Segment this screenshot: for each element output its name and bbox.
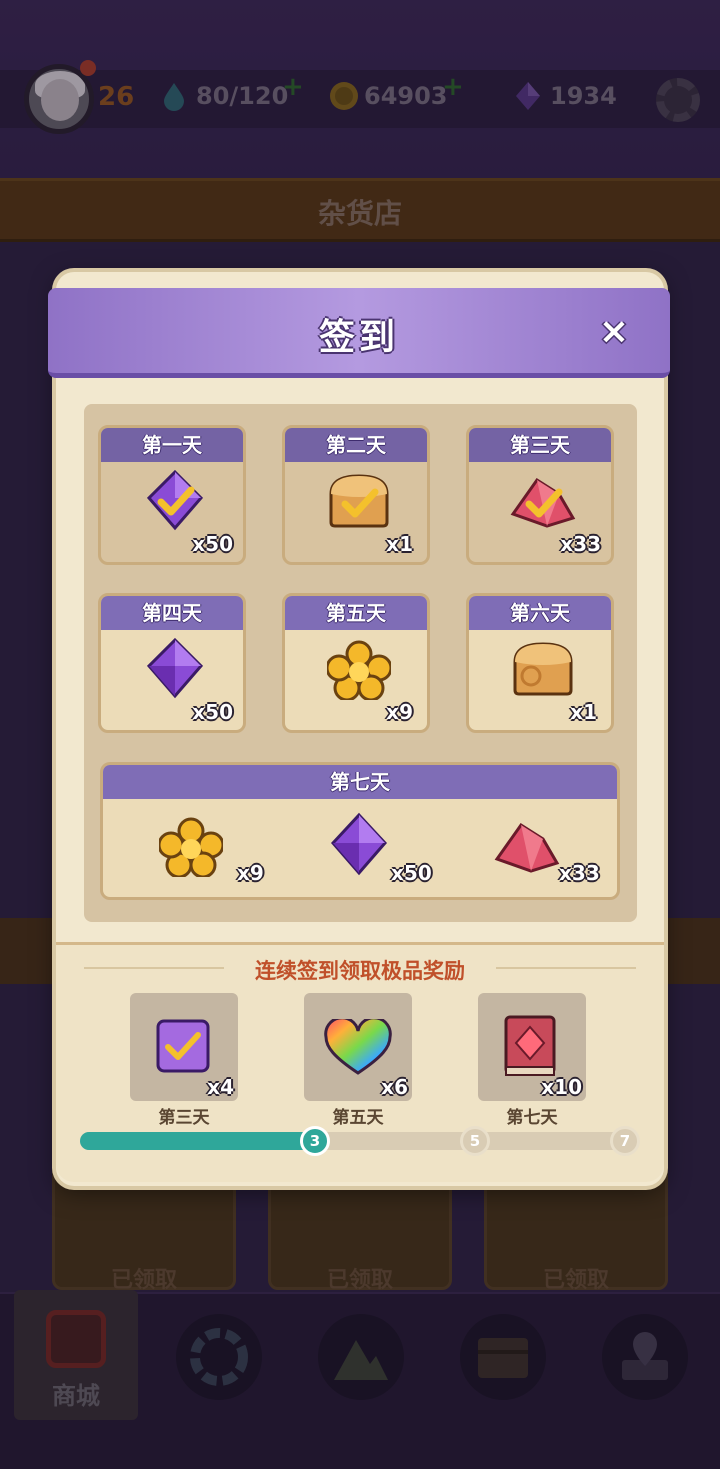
reward-quantity: x50: [391, 861, 432, 885]
reward-quantity: x9: [237, 861, 264, 885]
reward-quantity: x1: [570, 700, 597, 724]
reward-quantity: x33: [559, 861, 600, 885]
reward-quantity: x6: [381, 1075, 408, 1099]
reward-quantity: x9: [386, 700, 413, 724]
dialog-title: 签到: [318, 317, 399, 358]
reward-quantity: x33: [560, 532, 601, 556]
progress-marker-7: 7: [610, 1126, 640, 1156]
reward-quantity: x1: [386, 532, 413, 556]
purple-gem-icon: [146, 469, 204, 531]
streak-reward-label: 第五天: [332, 1108, 384, 1128]
streak-reward-1[interactable]: x4: [130, 993, 238, 1101]
day-card-2[interactable]: 第二天 x1: [282, 425, 430, 565]
reward-quantity: x50: [192, 532, 233, 556]
purple-gem-icon: [146, 637, 204, 699]
reward-quantity: x4: [207, 1075, 234, 1099]
streak-title: 连续签到领取极品奖励: [255, 959, 465, 983]
red-book-icon: [504, 1015, 556, 1076]
rainbow-heart-icon: [324, 1019, 392, 1075]
streak-reward-label: 第七天: [506, 1108, 558, 1128]
streak-reward-3[interactable]: x10: [478, 993, 586, 1101]
progress-marker-5: 5: [460, 1126, 490, 1156]
red-crystal-icon: [494, 822, 560, 873]
day-label: 第五天: [285, 596, 427, 630]
streak-progress-fill: [80, 1132, 315, 1150]
red-crystal-icon: [510, 477, 576, 528]
gold-flower-icon: [159, 817, 223, 877]
purple-gem-icon: [330, 812, 388, 876]
day-card-3[interactable]: 第三天 x33: [466, 425, 614, 565]
streak-reward-2[interactable]: x6: [304, 993, 412, 1101]
day-card-1[interactable]: 第一天 x50: [98, 425, 246, 565]
day-label: 第二天: [285, 428, 427, 462]
day-card-5[interactable]: 第五天 x9: [282, 593, 430, 733]
gold-flower-icon: [327, 640, 391, 700]
day-card-7[interactable]: 第七天 x9 x50 x33: [100, 762, 620, 900]
reward-quantity: x50: [192, 700, 233, 724]
day-label: 第一天: [101, 428, 243, 462]
day-label: 第六天: [469, 596, 611, 630]
progress-marker-3: 3: [300, 1126, 330, 1156]
day-card-6[interactable]: 第六天 x1: [466, 593, 614, 733]
bread-icon: [513, 642, 573, 696]
day-label: 第四天: [101, 596, 243, 630]
close-button[interactable]: ×: [594, 312, 634, 352]
bread-icon: [329, 474, 389, 528]
reward-quantity: x10: [541, 1075, 582, 1099]
day-card-4[interactable]: 第四天 x50: [98, 593, 246, 733]
day-label: 第七天: [103, 765, 617, 799]
day-label: 第三天: [469, 428, 611, 462]
purple-card-icon: [156, 1019, 210, 1073]
streak-reward-label: 第三天: [158, 1108, 210, 1128]
